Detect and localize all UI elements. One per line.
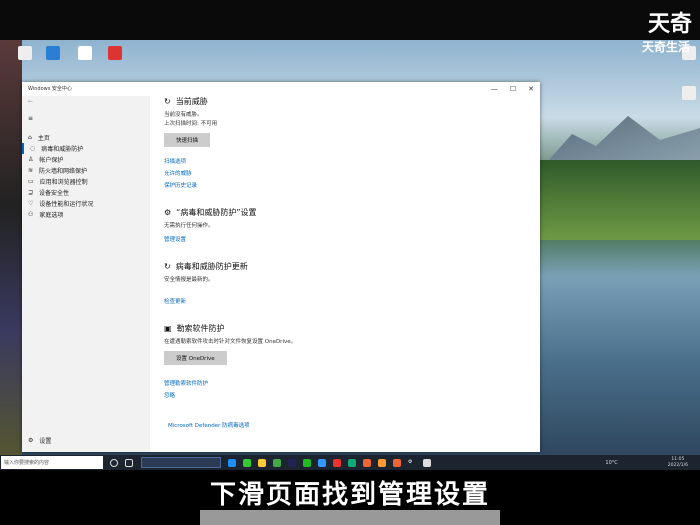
monitor-stand (200, 510, 500, 525)
hamburger-menu-icon[interactable]: ≡ (22, 113, 150, 124)
app-icon[interactable] (318, 458, 326, 467)
wallpaper-forest (540, 160, 700, 240)
sidebar-item-home[interactable]: ⌂ 主页 (22, 132, 150, 143)
app-icon[interactable] (273, 458, 281, 467)
settings-status: 无需执行任何操作。 (164, 223, 214, 229)
taskbar: 输入你要搜索的内容 ⚙ 10°C 11:05 2022/1/6 (0, 455, 700, 470)
minimize-button[interactable]: — (491, 85, 498, 93)
sidebar: ← ≡ ⌂ 主页 ◌ 病毒和威胁防护 ♙ 帐户保护 ≋ 防火墙和网络保护 ▭ 应用和浏览器… (22, 96, 150, 452)
home-icon: ⌂ (28, 134, 32, 141)
maximize-button[interactable]: ☐ (510, 85, 516, 93)
protection-history-link[interactable]: 保护历史记录 (164, 181, 540, 189)
app-icon[interactable] (243, 458, 251, 467)
sidebar-item-device-health[interactable]: ♡ 设备性能和运行状况 (22, 198, 150, 209)
sidebar-item-account[interactable]: ♙ 帐户保护 (22, 154, 150, 165)
laptop-icon: ⊒ (28, 189, 34, 196)
excel-icon[interactable] (348, 458, 356, 467)
desktop-icon[interactable] (78, 46, 92, 60)
manage-ransomware-link[interactable]: 管理勒索软件防护 (164, 379, 540, 387)
cortana-icon[interactable] (110, 458, 118, 467)
section-ransomware: ▣ 勒索软件防护 (164, 324, 225, 333)
ransomware-icon: ▣ (164, 324, 172, 333)
threat-status: 当前没有威胁。 (164, 112, 203, 118)
sidebar-item-family[interactable]: ⚇ 家庭选项 (22, 209, 150, 220)
main-content: ↻ 当前威胁 当前没有威胁。 上次扫描时间: 不可用 快速扫描 扫描选项 允许的威… (164, 96, 540, 452)
browser-address-bar[interactable] (141, 457, 221, 468)
gear-icon[interactable]: ⚙ (408, 459, 416, 467)
shield-icon: ◌ (30, 145, 36, 152)
manage-settings-link[interactable]: 管理设置 (164, 235, 540, 243)
person-icon: ♙ (28, 156, 34, 163)
check-updates-link[interactable]: 检查更新 (164, 297, 540, 305)
heart-icon: ♡ (28, 200, 34, 207)
title-bar: Windows 安全中心 — ☐ ✕ (22, 82, 540, 96)
window-icon: ▭ (28, 178, 34, 185)
back-button[interactable]: ← (22, 96, 150, 107)
section-current-threats: ↻ 当前威胁 (164, 97, 208, 106)
desktop-icon[interactable] (682, 86, 696, 100)
last-scan-text: 上次扫描时间: 不可用 (164, 121, 218, 127)
sidebar-item-virus-protection[interactable]: ◌ 病毒和威胁防护 (22, 143, 150, 154)
explorer-icon[interactable] (258, 458, 266, 467)
updates-status: 安全情报是最新的。 (164, 277, 214, 283)
brand-logo: 天奇 (647, 12, 692, 37)
taskbar-search-input[interactable]: 输入你要搜索的内容 (1, 456, 103, 469)
settings-icon: ⚙ (164, 208, 172, 217)
allowed-threats-link[interactable]: 允许的威胁 (164, 169, 540, 177)
family-icon: ⚇ (28, 211, 34, 218)
defender-icon[interactable] (423, 458, 431, 467)
app-icon[interactable] (363, 458, 371, 467)
wifi-icon: ≋ (28, 167, 34, 174)
sidebar-item-app-browser[interactable]: ▭ 应用和浏览器控制 (22, 176, 150, 187)
sidebar-item-settings[interactable]: ⚙ 设置 (22, 435, 51, 446)
photoshop-icon[interactable] (288, 458, 296, 467)
setup-onedrive-button[interactable]: 设置 OneDrive (164, 351, 227, 365)
desktop-icon[interactable] (108, 46, 122, 60)
section-protection-settings: ⚙ “病毒和威胁防护”设置 (164, 208, 257, 217)
security-center-window: Windows 安全中心 — ☐ ✕ ← ≡ ⌂ 主页 ◌ 病毒和威胁防护 ♙ 帐户保… (22, 82, 540, 452)
dismiss-link[interactable]: 忽略 (164, 391, 540, 399)
brand-subtitle: 天奇生活 (641, 40, 690, 54)
section-updates: ↻ 病毒和威胁防护更新 (164, 262, 248, 271)
video-top-bar (0, 0, 700, 40)
update-icon: ↻ (164, 262, 171, 271)
defender-options-link[interactable]: Microsoft Defender 防病毒选项 (168, 421, 540, 429)
scan-options-link[interactable]: 扫描选项 (164, 157, 540, 165)
ransomware-desc: 在遭遇勒索软件攻击时针对文件恢复设置 OneDrive。 (164, 339, 297, 345)
desktop-icon[interactable] (46, 46, 60, 60)
desktop-icon-column (0, 40, 22, 455)
video-caption: 下滑页面找到管理设置 (209, 480, 490, 510)
edge-icon[interactable] (228, 458, 236, 467)
desktop: Windows 安全中心 — ☐ ✕ ← ≡ ⌂ 主页 ◌ 病毒和威胁防护 ♙ 帐户保… (0, 40, 700, 470)
task-view-icon[interactable] (125, 458, 133, 467)
gear-icon: ⚙ (28, 437, 34, 444)
close-button[interactable]: ✕ (528, 85, 534, 93)
window-title: Windows 安全中心 (28, 86, 72, 92)
weather-text[interactable]: 10°C (605, 460, 617, 466)
wechat-icon[interactable] (303, 458, 311, 467)
clock[interactable]: 11:05 2022/1/6 (668, 457, 688, 469)
quick-scan-button[interactable]: 快速扫描 (164, 133, 211, 147)
refresh-shield-icon: ↻ (164, 97, 171, 106)
wps-icon[interactable] (333, 458, 341, 467)
app-icon[interactable] (393, 458, 401, 467)
sidebar-item-firewall[interactable]: ≋ 防火墙和网络保护 (22, 165, 150, 176)
desktop-icon[interactable] (18, 46, 32, 60)
app-icon[interactable] (378, 458, 386, 467)
sidebar-item-device-security[interactable]: ⊒ 设备安全性 (22, 187, 150, 198)
